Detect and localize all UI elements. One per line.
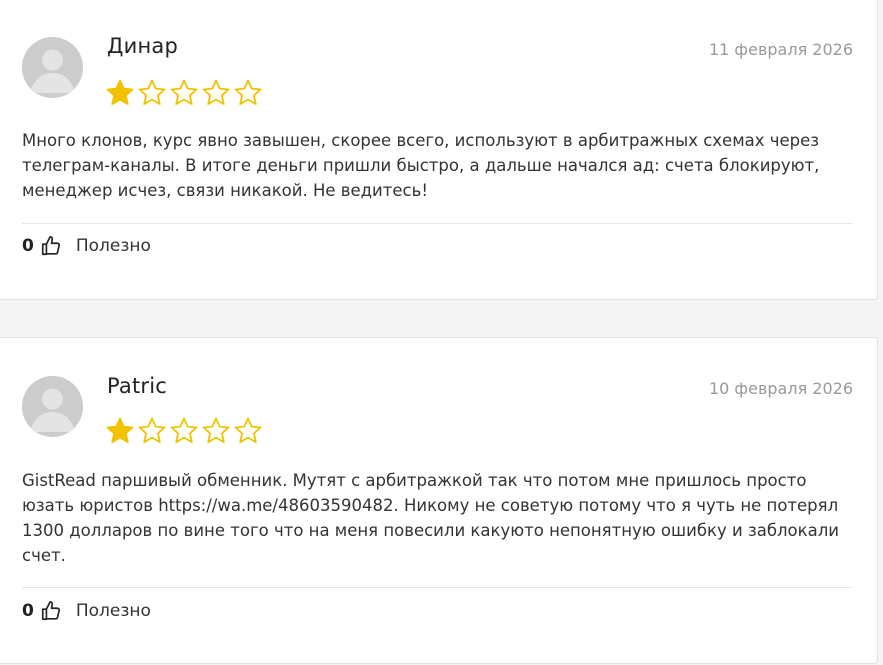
review-author: Динар (107, 34, 178, 58)
star-empty-icon (234, 79, 262, 105)
useful-button[interactable]: Полезно (76, 601, 151, 621)
like-count: 0 (22, 601, 34, 621)
review-author: Patric (107, 374, 168, 398)
star-empty-icon (138, 417, 166, 443)
useful-button[interactable]: Полезно (76, 236, 151, 256)
divider (22, 587, 853, 588)
user-avatar-icon (22, 376, 83, 437)
star-empty-icon (138, 79, 166, 105)
star-empty-icon (234, 417, 262, 443)
review-link[interactable]: https://wa.me/48603590482 (158, 496, 393, 515)
rating-stars (105, 416, 263, 446)
star-empty-icon (170, 417, 198, 443)
star-empty-icon (170, 79, 198, 105)
review-date: 11 февраля 2026 (708, 40, 853, 59)
review-text: GistRead паршивый обменник. Мутят с арби… (22, 468, 862, 568)
star-filled-icon (106, 417, 134, 443)
avatar (22, 37, 83, 98)
thumbs-up-icon[interactable] (40, 600, 62, 622)
thumbs-up-icon[interactable] (40, 235, 62, 257)
like-count: 0 (22, 236, 34, 256)
review-text: Много клонов, курс явно завышен, скорее … (22, 131, 820, 200)
review-date: 10 февраля 2026 (708, 379, 853, 398)
divider (22, 223, 853, 224)
review-footer: 0 Полезно (22, 235, 151, 257)
review-card: Patric 10 февраля 2026 GistRead паршивый… (0, 337, 878, 664)
star-filled-icon (106, 79, 134, 105)
user-avatar-icon (22, 37, 83, 98)
review-card: Динар 11 февраля 2026 Много клонов, курс… (0, 0, 878, 300)
star-empty-icon (202, 79, 230, 105)
review-footer: 0 Полезно (22, 600, 151, 622)
avatar (22, 376, 83, 437)
rating-stars (105, 78, 263, 108)
star-empty-icon (202, 417, 230, 443)
